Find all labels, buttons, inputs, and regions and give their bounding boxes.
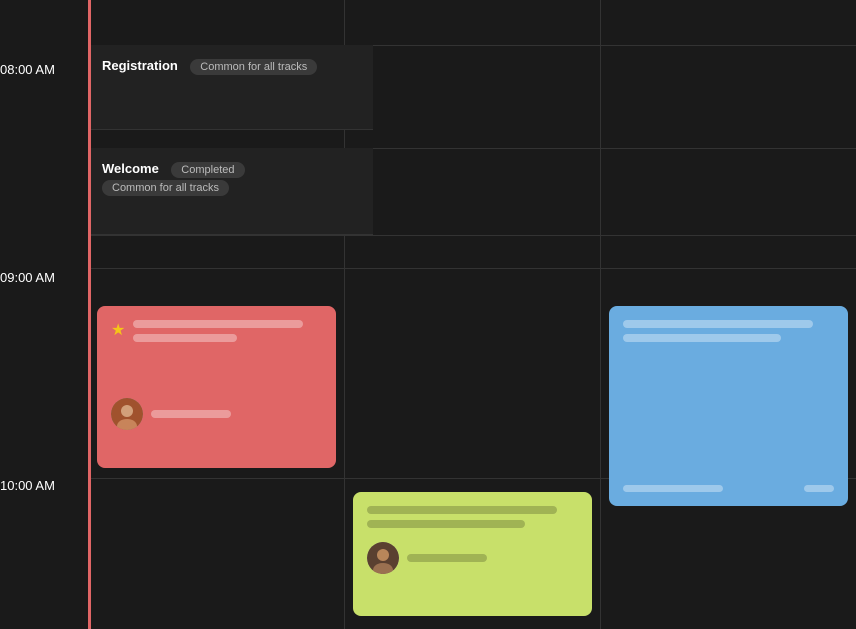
registration-block: Registration Common for all tracks xyxy=(88,45,373,130)
green-line-1 xyxy=(367,506,557,514)
avatar-green xyxy=(367,542,399,574)
blue-card-bottom xyxy=(623,485,834,492)
schedule-view: 08:00 AM 09:00 AM 10:00 AM Registration … xyxy=(0,0,856,629)
time-label-8am: 08:00 AM xyxy=(0,62,88,77)
event-card-green[interactable] xyxy=(353,492,592,616)
blue-line-1 xyxy=(623,320,813,328)
track-column-2 xyxy=(600,0,856,629)
track-column-1 xyxy=(344,0,600,629)
blue-bottom-line xyxy=(623,485,723,492)
welcome-block: Welcome Completed Common for all tracks xyxy=(88,148,373,235)
time-column: 08:00 AM 09:00 AM 10:00 AM xyxy=(0,0,88,629)
columns-area: Registration Common for all tracks Welco… xyxy=(88,0,856,629)
welcome-badge-completed: Completed xyxy=(171,162,244,178)
welcome-title: Welcome xyxy=(102,161,159,176)
event-card-red[interactable]: ★ xyxy=(97,306,336,468)
blue-bottom-dot xyxy=(804,485,834,492)
avatar-red xyxy=(111,398,143,430)
card-line-2 xyxy=(133,334,237,342)
avatar-name-line-red xyxy=(151,410,231,418)
time-label-9am: 09:00 AM xyxy=(0,270,88,285)
welcome-badge-common: Common for all tracks xyxy=(102,180,229,196)
green-line-2 xyxy=(367,520,525,528)
time-label-10am: 10:00 AM xyxy=(0,478,88,493)
event-card-blue[interactable] xyxy=(609,306,848,506)
red-accent-bar xyxy=(88,0,91,629)
card-line-1 xyxy=(133,320,303,328)
avatar-name-line-green xyxy=(407,554,487,562)
blue-line-2 xyxy=(623,334,781,342)
registration-badge: Common for all tracks xyxy=(190,59,317,75)
star-icon: ★ xyxy=(111,320,125,340)
registration-title: Registration xyxy=(102,58,178,73)
